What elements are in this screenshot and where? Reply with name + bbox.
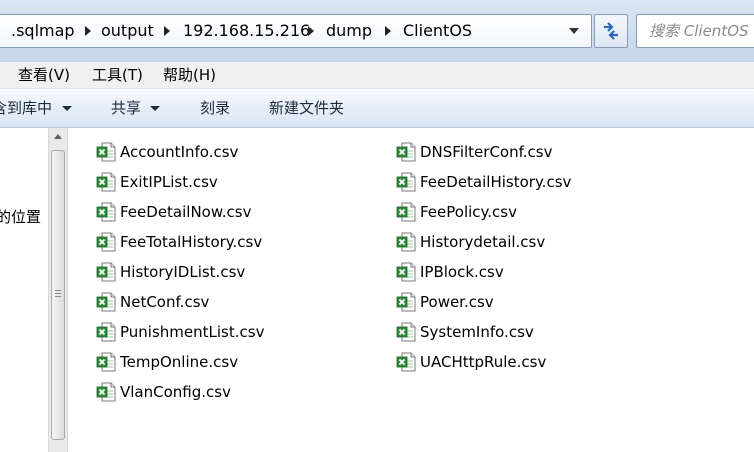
file-name: SystemInfo.csv: [420, 323, 534, 341]
file-name: TempOnline.csv: [120, 353, 239, 371]
excel-csv-icon: [396, 292, 416, 312]
excel-csv-icon: [396, 322, 416, 342]
menu-view[interactable]: 查看(V): [18, 62, 70, 88]
nav-item-locations[interactable]: 的位置: [0, 206, 41, 227]
chevron-right-icon[interactable]: [85, 26, 91, 36]
file-name: DNSFilterConf.csv: [420, 143, 553, 161]
share-button[interactable]: 共享: [111, 89, 141, 127]
chevron-down-icon[interactable]: [150, 106, 160, 111]
file-name: NetConf.csv: [120, 293, 210, 311]
file-name: ExitIPList.csv: [120, 173, 218, 191]
file-name: FeeDetailHistory.csv: [420, 173, 572, 191]
new-folder-button[interactable]: 新建文件夹: [269, 89, 344, 127]
breadcrumb-output[interactable]: output: [101, 15, 154, 47]
menu-help[interactable]: 帮助(H): [163, 62, 216, 88]
chevron-right-icon[interactable]: [164, 26, 170, 36]
file-name: HistoryIDList.csv: [120, 263, 246, 281]
file-name: FeePolicy.csv: [420, 203, 517, 221]
excel-csv-icon: [396, 142, 416, 162]
scrollbar-thumb[interactable]: [51, 150, 65, 440]
excel-csv-icon: [96, 262, 116, 282]
file-name: FeeTotalHistory.csv: [120, 233, 263, 251]
file-name: IPBlock.csv: [420, 263, 504, 281]
chevron-down-icon[interactable]: [62, 106, 72, 111]
breadcrumb-sqlmap[interactable]: .sqlmap: [11, 15, 75, 47]
menu-bar: 查看(V) 工具(T) 帮助(H): [0, 62, 754, 89]
include-in-library-button[interactable]: 含到库中: [0, 89, 52, 127]
breadcrumb-dump[interactable]: dump: [326, 15, 372, 47]
file-name: AccountInfo.csv: [120, 143, 239, 161]
refresh-icon: [604, 22, 618, 40]
scroll-up-icon[interactable]: [54, 134, 62, 139]
search-placeholder: 搜索 ClientOS: [649, 22, 749, 40]
refresh-button[interactable]: [594, 14, 628, 48]
address-dropdown-icon[interactable]: [569, 28, 579, 34]
excel-csv-icon: [96, 352, 116, 372]
excel-csv-icon: [96, 202, 116, 222]
navigation-pane: 的位置: [0, 128, 48, 452]
file-name: Power.csv: [420, 293, 494, 311]
file-name: FeeDetailNow.csv: [120, 203, 252, 221]
excel-csv-icon: [96, 232, 116, 252]
excel-csv-icon: [96, 382, 116, 402]
file-name: VlanConfig.csv: [120, 383, 231, 401]
excel-csv-icon: [96, 292, 116, 312]
excel-csv-icon: [396, 232, 416, 252]
excel-csv-icon: [396, 352, 416, 372]
chevron-right-icon[interactable]: [308, 26, 314, 36]
address-bar[interactable]: .sqlmap output 192.168.15.216 dump Clien…: [0, 14, 592, 48]
command-bar: 含到库中 共享 刻录 新建文件夹: [0, 89, 754, 128]
breadcrumb-ip[interactable]: 192.168.15.216: [183, 15, 310, 47]
burn-button[interactable]: 刻录: [200, 89, 230, 127]
excel-csv-icon: [96, 172, 116, 192]
search-input[interactable]: 搜索 ClientOS: [636, 14, 754, 48]
file-name: PunishmentList.csv: [120, 323, 265, 341]
address-toolbar: .sqlmap output 192.168.15.216 dump Clien…: [0, 0, 754, 62]
excel-csv-icon: [96, 142, 116, 162]
nav-scrollbar[interactable]: [48, 128, 68, 452]
file-name: UACHttpRule.csv: [420, 353, 547, 371]
excel-csv-icon: [396, 172, 416, 192]
grip-line: [55, 290, 61, 291]
excel-csv-icon: [396, 202, 416, 222]
excel-csv-icon: [96, 322, 116, 342]
excel-csv-icon: [396, 262, 416, 282]
chevron-right-icon[interactable]: [385, 26, 391, 36]
breadcrumb-clientos[interactable]: ClientOS: [403, 15, 472, 47]
menu-tools[interactable]: 工具(T): [92, 62, 143, 88]
file-name: Historydetail.csv: [420, 233, 546, 251]
file-list: AccountInfo.csv ExitIPList.csv FeeDetail…: [68, 128, 754, 452]
grip-line: [55, 296, 61, 297]
grip-line: [55, 293, 61, 294]
